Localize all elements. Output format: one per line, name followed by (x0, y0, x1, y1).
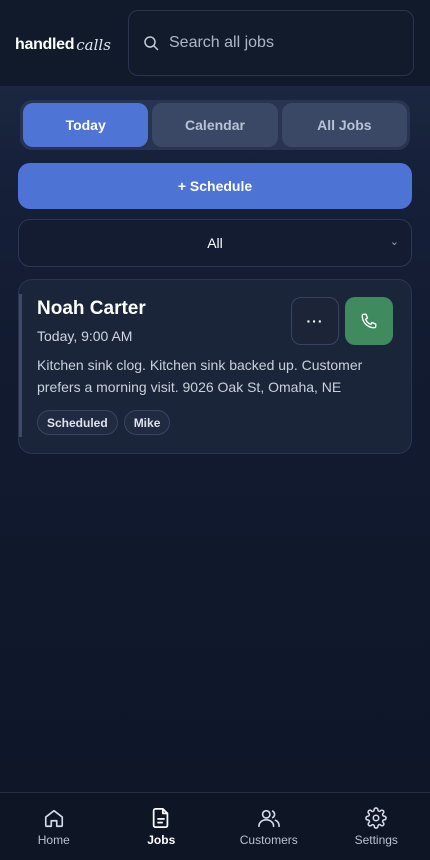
brand-logo-bold: handled (15, 36, 75, 53)
view-tabs: Today Calendar All Jobs (20, 100, 410, 150)
tab-all-jobs[interactable]: All Jobs (281, 103, 407, 147)
search-placeholder: Search all jobs (169, 34, 274, 51)
job-customer-name: Noah Carter (37, 298, 146, 319)
tab-today[interactable]: Today (23, 103, 149, 147)
nav-label-settings: Settings (354, 833, 398, 847)
technician-badge: Mike (123, 410, 171, 435)
job-time: Today, 9:00 AM (37, 328, 133, 344)
status-badge: Scheduled (37, 410, 118, 435)
more-icon: ··· (306, 313, 324, 329)
nav-item-home[interactable]: Home (0, 793, 108, 860)
filter-select[interactable]: All ⌄ (18, 219, 412, 267)
call-button[interactable] (345, 297, 393, 345)
phone-icon (360, 312, 378, 330)
search-icon (143, 35, 159, 51)
job-tags: Scheduled Mike (37, 410, 171, 435)
users-icon (257, 807, 281, 829)
card-accent-bar (19, 294, 22, 437)
brand-logo-script: calls (76, 36, 111, 54)
chevron-down-icon: ⌄ (389, 236, 399, 248)
nav-label-customers: Customers (239, 833, 298, 847)
job-card[interactable]: Noah Carter Today, 9:00 AM Kitchen sink … (18, 279, 412, 454)
tab-calendar[interactable]: Calendar (152, 103, 278, 147)
document-icon (150, 807, 172, 829)
nav-item-settings[interactable]: Settings (323, 793, 430, 860)
bottom-nav: Home Jobs Customers Settings (0, 792, 430, 860)
more-options-button[interactable]: ··· (291, 297, 339, 345)
nav-label-home: Home (37, 833, 70, 847)
schedule-button[interactable]: + Schedule (18, 163, 412, 209)
home-icon (43, 807, 65, 829)
gear-icon (365, 807, 388, 829)
nav-item-jobs[interactable]: Jobs (108, 793, 216, 860)
search-input[interactable]: Search all jobs (128, 10, 414, 76)
jobs-main: Today Calendar All Jobs + Schedule All ⌄… (0, 86, 430, 792)
nav-item-customers[interactable]: Customers (215, 793, 323, 860)
top-bar: handled calls Search all jobs (0, 0, 430, 86)
job-description: Kitchen sink clog. Kitchen sink backed u… (37, 357, 363, 395)
brand-logo[interactable]: handled calls (15, 30, 111, 60)
nav-label-jobs: Jobs (147, 833, 176, 847)
filter-value: All (207, 235, 223, 251)
